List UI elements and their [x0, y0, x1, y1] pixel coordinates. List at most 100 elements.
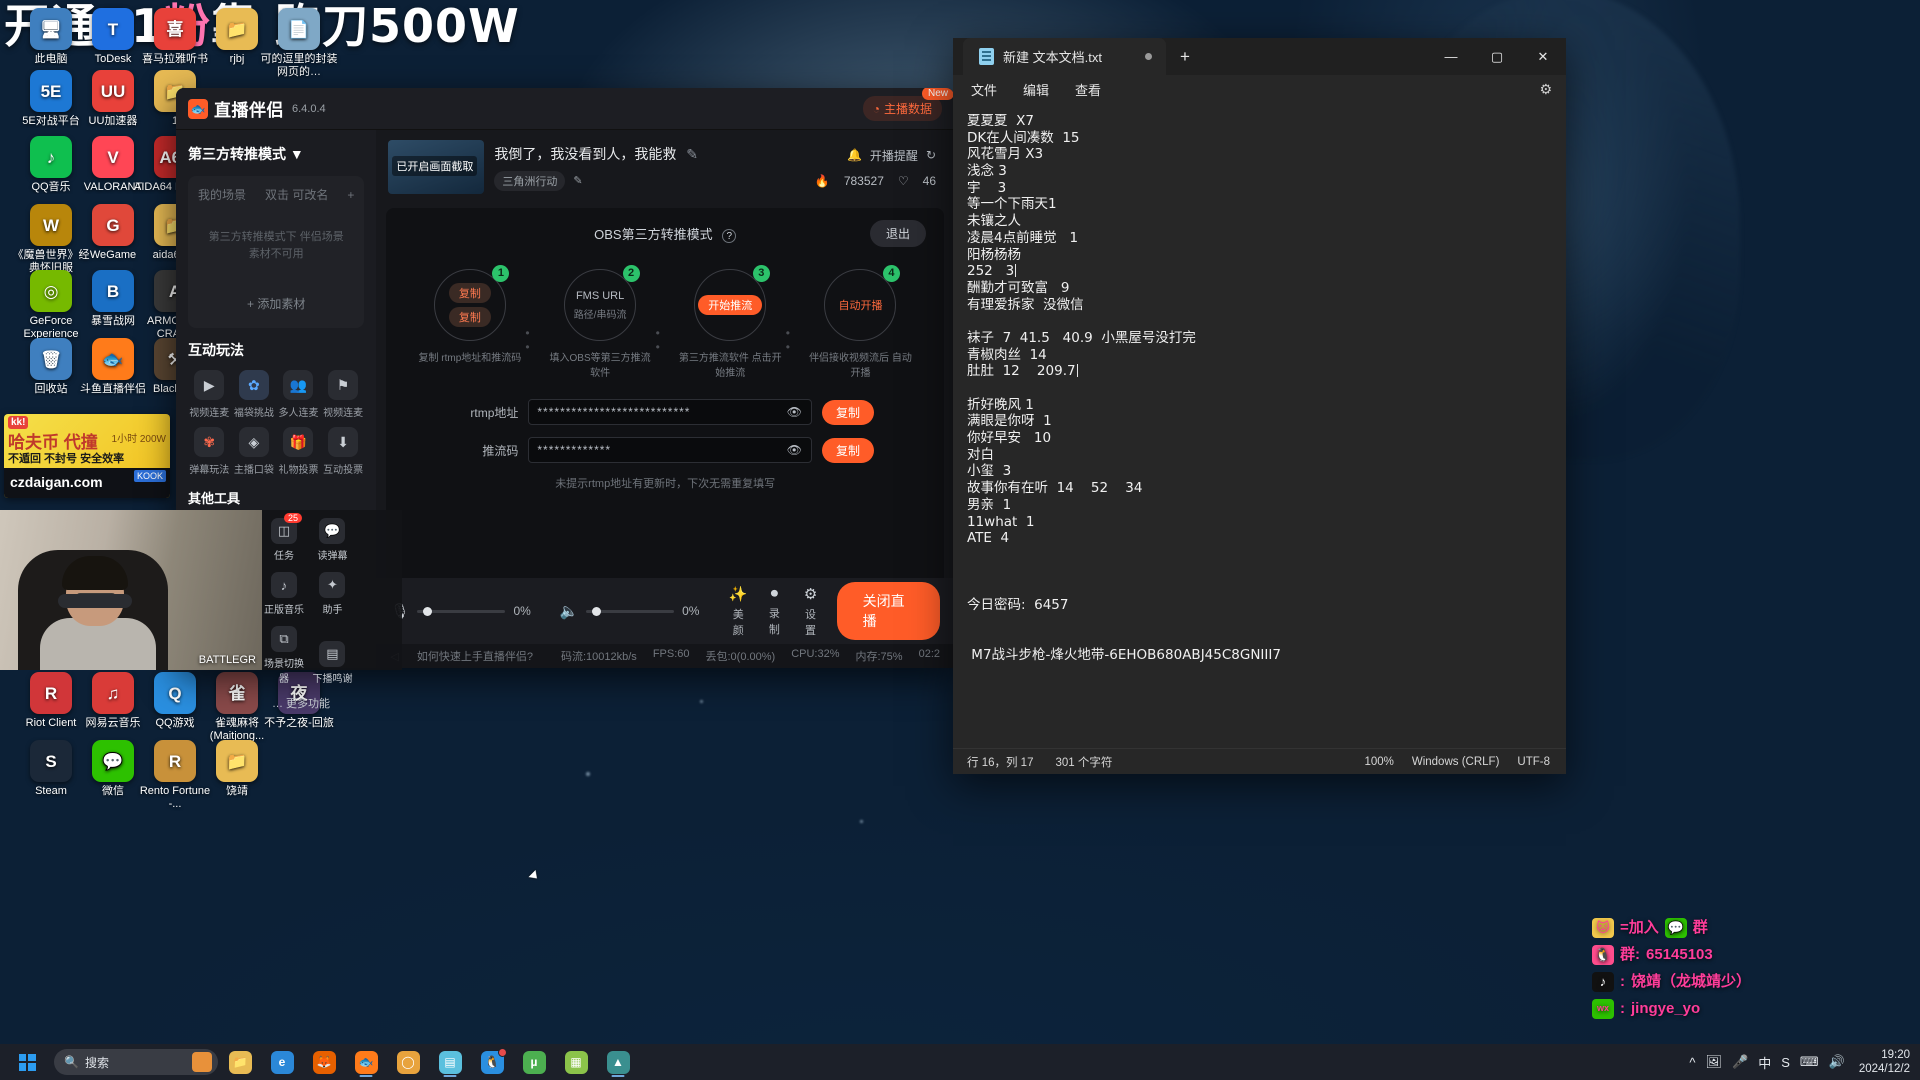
explorer-icon[interactable]: 📁 — [220, 1046, 260, 1078]
tool-danmaku[interactable]: ✾ 弹幕玩法 — [188, 427, 231, 476]
quick-music-button[interactable]: ♪ 正版音乐 — [262, 572, 306, 616]
desktop-icon-glyph: S — [30, 740, 72, 782]
copy-btn-2[interactable]: 复制 — [448, 307, 491, 327]
scene-add-icon[interactable]: + — [347, 188, 354, 202]
quick-scene-switch-button[interactable]: ⧉ 场景切换器 — [262, 626, 306, 685]
mode-selector[interactable]: 第三方转推模式 ▼ — [188, 144, 364, 164]
mic-control[interactable]: 🎙 0% — [390, 602, 543, 620]
stats-row: 🔥 783527 ♡ 46 — [815, 174, 936, 188]
zoom-level[interactable]: 100% — [1364, 756, 1411, 768]
tray-ime-icon[interactable]: 中 — [1758, 1053, 1771, 1072]
eye-icon[interactable]: 👁 — [787, 405, 803, 419]
start-button[interactable] — [10, 1048, 44, 1076]
firefox-icon[interactable]: 🦊 — [304, 1046, 344, 1078]
quick-thanks-button[interactable]: ▤ 下播鸣谢 — [310, 641, 354, 685]
copy-btn-1[interactable]: 复制 — [448, 283, 491, 303]
notepad-line: ATE 4 — [967, 530, 1010, 547]
eye-icon[interactable]: 👁 — [787, 443, 803, 457]
microphone-icon[interactable] — [192, 1052, 212, 1072]
anchor-data-button[interactable]: ◔ 主播数据 New — [862, 88, 954, 121]
desktop-icon-glyph: ♪ — [30, 136, 72, 178]
add-element-button[interactable]: + 添加素材 — [198, 289, 354, 318]
notepad-titlebar[interactable]: 新建 文本文档.txt + — ▢ ✕ — [953, 38, 1566, 75]
more-functions-button[interactable]: … 更多功能 — [262, 695, 402, 711]
notepad-tab[interactable]: 新建 文本文档.txt — [963, 38, 1166, 75]
exit-button[interactable]: 退出 — [869, 220, 926, 247]
chrome-icon[interactable]: ◯ — [388, 1046, 428, 1078]
encoding[interactable]: UTF-8 — [1517, 756, 1566, 768]
new-tab-button[interactable]: + — [1180, 47, 1190, 67]
tray-volume-icon[interactable]: 🔊 — [1829, 1054, 1845, 1070]
record-button[interactable]: ⏺ 录制 — [764, 585, 784, 637]
speaker-control[interactable]: 🔈 0% — [559, 602, 712, 620]
beauty-label: 美颜 — [732, 608, 744, 637]
tool-video-mic[interactable]: ▶ 视频连麦 — [188, 370, 231, 419]
speaker-slider[interactable] — [586, 606, 675, 616]
quick-read-danmaku-button[interactable]: 💬 读弹幕 — [310, 518, 354, 562]
close-live-button[interactable]: 关闭直播 — [836, 582, 940, 640]
status-help[interactable]: 如何快速上手直播伴侣? — [417, 648, 533, 664]
stream-stats: 🔔 开播提醒 ↻ 🔥 783527 ♡ 46 — [815, 147, 942, 188]
speaker-icon[interactable]: 🔈 — [559, 602, 578, 620]
clock[interactable]: 19:20 2024/12/2 — [1855, 1048, 1910, 1076]
start-push-button[interactable]: 开始推流 — [698, 295, 763, 315]
maximize-button[interactable]: ▢ — [1474, 38, 1520, 75]
search-box[interactable]: 🔍 搜索 — [54, 1049, 218, 1075]
valorant-icon[interactable]: ▲ — [598, 1046, 638, 1078]
tool-lucky-bag[interactable]: ✿ 福袋挑战 — [233, 370, 276, 419]
tray-mic-icon[interactable]: 🎤 — [1732, 1054, 1748, 1070]
quick-assistant-button[interactable]: ✦ 助手 — [310, 572, 354, 616]
tray-expand-icon[interactable]: ^ — [1689, 1055, 1695, 1070]
push-input[interactable]: ************* 👁 — [528, 437, 812, 463]
line-ending[interactable]: Windows (CRLF) — [1412, 756, 1518, 768]
menu-file[interactable]: 文件 — [971, 80, 997, 99]
tool-anchor-pocket[interactable]: ◈ 主播口袋 — [233, 427, 276, 476]
menu-edit[interactable]: 编辑 — [1023, 80, 1049, 99]
tool-gift-vote[interactable]: 🎁 礼物投票 — [277, 427, 320, 476]
menu-view[interactable]: 查看 — [1075, 80, 1101, 99]
tray-app-icon[interactable]: 🖼 — [1705, 1054, 1722, 1070]
notepad-icon[interactable]: ▤ — [430, 1046, 470, 1078]
qq-icon: 🐧 — [1592, 944, 1614, 965]
edge-icon[interactable]: e — [262, 1046, 302, 1078]
settings-button[interactable]: ⚙ 设置 — [800, 585, 820, 638]
beauty-button[interactable]: ✨ 美颜 — [728, 585, 748, 638]
minimize-button[interactable]: — — [1428, 38, 1474, 75]
tool-interactive-vote[interactable]: ⬇ 互动投票 — [322, 427, 365, 476]
unsaved-dot-icon[interactable] — [1144, 53, 1152, 60]
tool-multi-mic[interactable]: 👥 多人连麦 — [277, 370, 320, 419]
rtmp-input[interactable]: *************************** 👁 — [528, 399, 812, 425]
douyu-mark-icon: 🐟 — [188, 98, 208, 119]
notepad-line: 252 3 — [967, 263, 1017, 280]
gear-icon[interactable]: ⚙ — [1539, 81, 1552, 98]
desktop-icon-4[interactable]: 📄 可的逗里的封装网页的… — [256, 8, 342, 79]
quick-label: 下播鸣谢 — [312, 674, 353, 685]
rtmp-copy-button[interactable]: 复制 — [821, 399, 874, 425]
help-icon[interactable]: ? — [722, 229, 737, 243]
close-button[interactable]: ✕ — [1520, 38, 1566, 75]
game-icon[interactable]: ▦ — [556, 1046, 596, 1078]
tray-steam-icon[interactable]: S — [1781, 1055, 1790, 1070]
fms-url-label: FMS URL — [575, 289, 625, 302]
notepad-text-area[interactable]: 夏夏夏 X7 DK在人间凑数 15 风花雪月 X3 浅念 3宇 3 等一个下雨天1 未镶之… — [953, 104, 1566, 748]
tool-video-link[interactable]: ⚑ 视频连麦 — [322, 370, 365, 419]
mic-slider[interactable] — [417, 606, 506, 616]
edit-title-icon[interactable]: ✎ — [686, 146, 698, 162]
desktop-icon-28[interactable]: 📁 饶靖 — [194, 740, 280, 798]
utorrent-icon[interactable]: µ — [514, 1046, 554, 1078]
douyu-icon[interactable]: 🐟 — [346, 1046, 386, 1078]
tray-keyboard-icon[interactable]: ⌨ — [1800, 1054, 1819, 1070]
remind-label[interactable]: 开播提醒 — [870, 147, 918, 164]
stream-thumbnail[interactable]: 已开启画面截取 — [388, 140, 485, 194]
watermark-wechat-label: : — [1620, 1000, 1625, 1017]
stream-tag[interactable]: 三角洲行动 — [494, 170, 566, 191]
notepad-window[interactable]: 新建 文本文档.txt + — ▢ ✕ 文件 编辑 查看 ⚙ 夏夏夏 X7 DK在… — [953, 38, 1566, 774]
qq-icon[interactable]: 🐧 — [472, 1046, 512, 1078]
quick-task-button[interactable]: 25 ◫ 任务 — [262, 513, 306, 562]
beauty-icon: ✨ — [728, 585, 748, 603]
ad-banner[interactable]: kk! 哈夫币 代撞 1小时 200W 不遁回 不封号 安全效率 czdaiga… — [4, 414, 170, 498]
push-copy-button[interactable]: 复制 — [821, 437, 874, 463]
share-icon[interactable]: ↻ — [926, 148, 936, 162]
stream-title[interactable]: 我倒了，我没看到人，我能救 ✎ — [494, 144, 698, 164]
edit-tag-icon[interactable]: ✎ — [573, 174, 582, 187]
